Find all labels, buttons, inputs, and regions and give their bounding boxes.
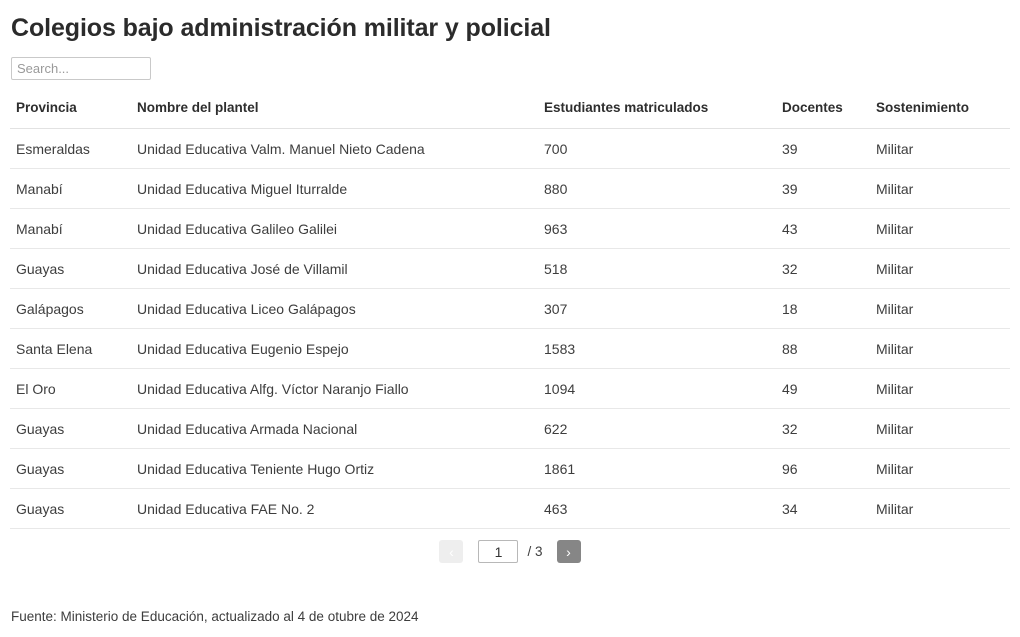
cell-provincia: Guayas	[10, 488, 137, 529]
table-row: Esmeraldas Unidad Educativa Valm. Manuel…	[10, 128, 1010, 169]
cell-sostenimiento: Militar	[876, 408, 1010, 449]
cell-plantel: Unidad Educativa Liceo Galápagos	[137, 288, 544, 329]
cell-docentes: 39	[782, 128, 876, 169]
cell-estudiantes: 1861	[544, 448, 782, 489]
cell-estudiantes: 700	[544, 128, 782, 169]
cell-provincia: Manabí	[10, 168, 137, 209]
table-row: Santa Elena Unidad Educativa Eugenio Esp…	[10, 328, 1010, 369]
page-title: Colegios bajo administración militar y p…	[11, 14, 551, 42]
cell-docentes: 96	[782, 448, 876, 489]
search-bar	[0, 44, 1020, 80]
cell-provincia: Guayas	[10, 248, 137, 289]
table-body: Esmeraldas Unidad Educativa Valm. Manuel…	[10, 128, 1010, 529]
cell-sostenimiento: Militar	[876, 208, 1010, 249]
cell-docentes: 34	[782, 488, 876, 529]
cell-docentes: 32	[782, 408, 876, 449]
next-page-button[interactable]: ›	[556, 540, 581, 563]
table-head: Provincia Nombre del plantel Estudiantes…	[10, 100, 1010, 129]
cell-plantel: Unidad Educativa Eugenio Espejo	[137, 328, 544, 369]
cell-sostenimiento: Militar	[876, 368, 1010, 409]
table-row: Manabí Unidad Educativa Galileo Galilei …	[10, 208, 1010, 249]
cell-plantel: Unidad Educativa Armada Nacional	[137, 408, 544, 449]
cell-docentes: 88	[782, 328, 876, 369]
cell-provincia: Esmeraldas	[10, 128, 137, 169]
total-pages-label: / 3	[527, 544, 543, 559]
search-input[interactable]	[11, 57, 151, 80]
cell-docentes: 32	[782, 248, 876, 289]
cell-provincia: El Oro	[10, 368, 137, 409]
cell-sostenimiento: Militar	[876, 168, 1010, 209]
table-row: Guayas Unidad Educativa Armada Nacional …	[10, 408, 1010, 449]
cell-provincia: Galápagos	[10, 288, 137, 329]
table-row: El Oro Unidad Educativa Alfg. Víctor Nar…	[10, 368, 1010, 409]
cell-plantel: Unidad Educativa Teniente Hugo Ortiz	[137, 448, 544, 489]
column-header-plantel: Nombre del plantel	[137, 100, 544, 129]
pagination: ‹ / 3 ›	[0, 529, 1020, 563]
cell-docentes: 49	[782, 368, 876, 409]
cell-plantel: Unidad Educativa Galileo Galilei	[137, 208, 544, 249]
cell-plantel: Unidad Educativa Miguel Iturralde	[137, 168, 544, 209]
table-header-row: Provincia Nombre del plantel Estudiantes…	[10, 100, 1010, 129]
table-row: Guayas Unidad Educativa José de Villamil…	[10, 248, 1010, 289]
cell-estudiantes: 518	[544, 248, 782, 289]
source-note: Fuente: Ministerio de Educación, actuali…	[11, 609, 419, 624]
cell-plantel: Unidad Educativa Alfg. Víctor Naranjo Fi…	[137, 368, 544, 409]
column-header-sostenimiento: Sostenimiento	[876, 100, 1010, 129]
cell-estudiantes: 1094	[544, 368, 782, 409]
cell-plantel: Unidad Educativa José de Villamil	[137, 248, 544, 289]
cell-estudiantes: 622	[544, 408, 782, 449]
cell-estudiantes: 880	[544, 168, 782, 209]
cell-docentes: 18	[782, 288, 876, 329]
cell-sostenimiento: Militar	[876, 488, 1010, 529]
page-number-input[interactable]	[478, 540, 519, 563]
cell-plantel: Unidad Educativa Valm. Manuel Nieto Cade…	[137, 128, 544, 169]
cell-sostenimiento: Militar	[876, 128, 1010, 169]
cell-sostenimiento: Militar	[876, 328, 1010, 369]
cell-docentes: 39	[782, 168, 876, 209]
cell-docentes: 43	[782, 208, 876, 249]
table-row: Manabí Unidad Educativa Miguel Iturralde…	[10, 168, 1010, 209]
table-row: Galápagos Unidad Educativa Liceo Galápag…	[10, 288, 1010, 329]
cell-estudiantes: 463	[544, 488, 782, 529]
cell-estudiantes: 307	[544, 288, 782, 329]
cell-provincia: Guayas	[10, 408, 137, 449]
cell-sostenimiento: Militar	[876, 288, 1010, 329]
column-header-estudiantes: Estudiantes matriculados	[544, 100, 782, 129]
column-header-provincia: Provincia	[10, 100, 137, 129]
cell-sostenimiento: Militar	[876, 448, 1010, 489]
column-header-docentes: Docentes	[782, 100, 876, 129]
page-root: Colegios bajo administración militar y p…	[0, 0, 1020, 637]
cell-estudiantes: 1583	[544, 328, 782, 369]
cell-sostenimiento: Militar	[876, 248, 1010, 289]
table-row: Guayas Unidad Educativa Teniente Hugo Or…	[10, 448, 1010, 489]
cell-plantel: Unidad Educativa FAE No. 2	[137, 488, 544, 529]
previous-page-button[interactable]: ‹	[439, 540, 464, 563]
cell-estudiantes: 963	[544, 208, 782, 249]
cell-provincia: Santa Elena	[10, 328, 137, 369]
table-row: Guayas Unidad Educativa FAE No. 2 463 34…	[10, 488, 1010, 529]
cell-provincia: Manabí	[10, 208, 137, 249]
table-container: Provincia Nombre del plantel Estudiantes…	[0, 80, 1020, 529]
schools-table: Provincia Nombre del plantel Estudiantes…	[10, 100, 1010, 529]
cell-provincia: Guayas	[10, 448, 137, 489]
